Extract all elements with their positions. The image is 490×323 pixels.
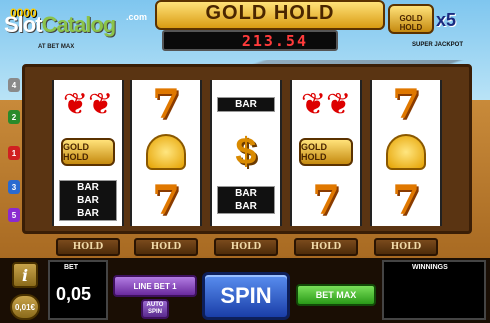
bar-label: BAR bbox=[77, 194, 99, 206]
seven-icon: 7 bbox=[392, 80, 420, 128]
spin-button[interactable]: SPIN bbox=[202, 272, 290, 320]
reel-symbol: 7 bbox=[372, 80, 440, 128]
reel-symbol: ❦❦ bbox=[292, 80, 360, 128]
seven-icon: 7 bbox=[152, 80, 180, 128]
winnings-title: WINNINGS bbox=[412, 264, 448, 271]
coin-value-button[interactable]: 0,01€ bbox=[10, 294, 40, 320]
cherry-icon: ❦❦ bbox=[62, 87, 114, 121]
bar-label: BAR bbox=[77, 207, 99, 219]
hold-button[interactable]: HOLD bbox=[134, 238, 198, 256]
bar-label: BAR bbox=[235, 188, 257, 199]
reel-symbol bbox=[132, 128, 200, 176]
reel-symbol: BAR BAR bbox=[212, 176, 280, 224]
bar-label: BAR bbox=[235, 98, 257, 110]
payline-marker: 2 bbox=[8, 110, 20, 124]
reel-symbol: 7 bbox=[372, 176, 440, 224]
jackpot-value: 213.54 bbox=[241, 31, 308, 50]
bar-label: BAR bbox=[235, 201, 257, 212]
payline-marker: 5 bbox=[8, 208, 20, 222]
info-button[interactable]: i bbox=[12, 262, 38, 288]
bar-icon: BAR BAR BAR bbox=[59, 179, 117, 221]
reel-symbol: 7 bbox=[292, 176, 360, 224]
bet-max-button[interactable]: BET MAX bbox=[296, 284, 376, 306]
game-title: GOLD HOLD bbox=[155, 0, 385, 30]
line-bet-button[interactable]: LINE BET 1 bbox=[113, 275, 197, 297]
logo-text: SlotCatalog bbox=[4, 12, 117, 38]
reel: 77 bbox=[130, 80, 202, 226]
seven-icon: 7 bbox=[152, 176, 180, 224]
reel-symbol: GOLD HOLD bbox=[292, 128, 360, 176]
gold-hold-icon: GOLD HOLD bbox=[61, 138, 115, 166]
hold-button[interactable]: HOLD bbox=[294, 238, 358, 256]
hold-button[interactable]: HOLD bbox=[374, 238, 438, 256]
bet-max-note: AT BET MAX bbox=[38, 44, 75, 50]
super-gold-logo: GOLD HOLD bbox=[388, 4, 434, 34]
bell-icon bbox=[146, 134, 186, 170]
payline-marker: 4 bbox=[8, 78, 20, 92]
reel-symbol: 7 bbox=[132, 80, 200, 128]
reel-symbol: BAR BAR BAR bbox=[54, 176, 122, 224]
reel-symbol: ❦❦ bbox=[54, 80, 122, 128]
reel: ❦❦ GOLD HOLD BAR BAR BAR bbox=[52, 80, 124, 226]
jackpot-display: 213.54 bbox=[162, 30, 338, 51]
site-logo: 0000 SlotCatalog .com bbox=[2, 4, 152, 44]
super-jackpot-badge: GOLD HOLD x5 bbox=[388, 4, 468, 40]
super-jackpot-label: SUPER JACKPOT bbox=[412, 42, 464, 48]
super-multiplier: x5 bbox=[436, 10, 457, 30]
seven-icon: 7 bbox=[312, 176, 340, 224]
gold-hold-icon: GOLD HOLD bbox=[299, 138, 353, 166]
reel: ❦❦ GOLD HOLD 7 bbox=[290, 80, 362, 226]
reel-symbol: BAR bbox=[212, 80, 280, 128]
logo-com: .com bbox=[126, 12, 148, 22]
cherry-icon: ❦❦ bbox=[300, 87, 352, 121]
bet-title: BET bbox=[64, 264, 78, 271]
dollar-icon: $ bbox=[235, 130, 257, 173]
reel-symbol: $ bbox=[212, 128, 280, 176]
payline-marker: 3 bbox=[8, 180, 20, 194]
reel-symbol bbox=[372, 128, 440, 176]
hold-button[interactable]: HOLD bbox=[56, 238, 120, 256]
reel-symbol: 7 bbox=[132, 176, 200, 224]
hold-button[interactable]: HOLD bbox=[214, 238, 278, 256]
bar-icon: BAR BAR bbox=[217, 186, 275, 214]
auto-spin-button[interactable]: AUTO SPIN bbox=[141, 299, 169, 319]
reel: 77 bbox=[370, 80, 442, 226]
payline-marker: 1 bbox=[8, 146, 20, 160]
bar-label: BAR bbox=[77, 181, 99, 193]
reel-symbol: GOLD HOLD bbox=[54, 128, 122, 176]
reel: BAR $ BAR BAR bbox=[210, 80, 282, 226]
logo-catalog: Catalog bbox=[41, 12, 117, 37]
bell-icon bbox=[386, 134, 426, 170]
seven-icon: 7 bbox=[392, 176, 420, 224]
bet-value: 0,05 bbox=[56, 284, 92, 304]
logo-slot: Slot bbox=[4, 12, 43, 37]
bar-icon: BAR bbox=[217, 96, 275, 112]
